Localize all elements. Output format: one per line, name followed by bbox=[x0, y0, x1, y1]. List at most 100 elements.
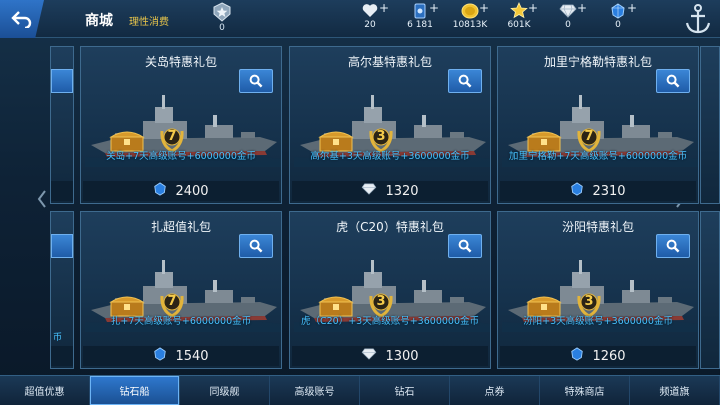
blue-crystal-icon bbox=[571, 347, 584, 361]
partial-card-right[interactable] bbox=[700, 211, 720, 369]
price-bar bbox=[51, 181, 73, 201]
gold-coin-icon bbox=[461, 3, 479, 18]
search-icon bbox=[458, 239, 472, 253]
days-badge: 7 bbox=[159, 123, 185, 153]
resource-value: 601K bbox=[507, 20, 531, 30]
tab-5[interactable]: 点券 bbox=[450, 376, 540, 405]
tab-2[interactable]: 同级舰 bbox=[180, 376, 270, 405]
blue-crystal-icon bbox=[611, 2, 625, 19]
search-icon bbox=[249, 239, 263, 253]
card-title: 高尔基特惠礼包 bbox=[347, 55, 432, 69]
blue-crystal-icon bbox=[154, 182, 167, 196]
price-bar[interactable]: 2400 bbox=[83, 181, 279, 201]
card-description: 关岛+7天高级账号+6000000金币 bbox=[106, 151, 256, 162]
plus-icon: + bbox=[478, 1, 489, 15]
tab-0[interactable]: 超值优惠 bbox=[0, 376, 90, 405]
badge-days-number: 7 bbox=[167, 294, 177, 309]
price-bar[interactable]: 1540 bbox=[83, 346, 279, 366]
back-button[interactable] bbox=[0, 0, 44, 38]
diamond-icon bbox=[362, 183, 377, 195]
treasure-chest-icon bbox=[318, 131, 354, 152]
resource-diamonds[interactable]: + 0 bbox=[543, 2, 593, 30]
tab-7[interactable]: 频道旗 bbox=[630, 376, 720, 405]
resource-value: 0 bbox=[615, 20, 621, 30]
magnify-button[interactable] bbox=[51, 234, 73, 258]
heart-icon bbox=[362, 4, 378, 17]
gift-pack-card[interactable]: 关岛特惠礼包 7 关岛+7天高级账号+6000000金币 2400 bbox=[80, 46, 282, 204]
plus-icon: + bbox=[428, 1, 439, 15]
price-bar bbox=[51, 346, 73, 366]
badge-days-number: 7 bbox=[584, 129, 594, 144]
badge-days-number: 3 bbox=[376, 294, 386, 309]
scroll-left-arrow[interactable] bbox=[34, 186, 50, 212]
anchor-menu-button[interactable] bbox=[680, 0, 716, 38]
card-title: 扎超值礼包 bbox=[150, 220, 211, 234]
rank-value: 0 bbox=[219, 23, 225, 33]
price-bar[interactable]: 1300 bbox=[292, 346, 488, 366]
days-badge: 3 bbox=[576, 288, 602, 318]
resource-hearts[interactable]: + 20 bbox=[345, 2, 395, 30]
partial-desc: 币 bbox=[53, 333, 63, 343]
price-value: 2310 bbox=[592, 183, 626, 199]
tab-4[interactable]: 钻石 bbox=[360, 376, 450, 405]
gift-pack-card[interactable]: 加里宁格勒特惠礼包 7 加里宁格勒+7天高级账号+6000000金币 2310 bbox=[497, 46, 699, 204]
card-icon bbox=[414, 3, 426, 18]
badge-days-number: 7 bbox=[167, 129, 177, 144]
price-bar[interactable]: 2310 bbox=[500, 181, 696, 201]
resource-gold[interactable]: + 10813K bbox=[445, 2, 495, 30]
tab-3[interactable]: 高级账号 bbox=[270, 376, 360, 405]
tab-1[interactable]: 钻石船 bbox=[90, 376, 180, 405]
page-title: 商城 bbox=[85, 13, 113, 29]
card-description: 高尔基+3天高级账号+3600000金币 bbox=[310, 151, 470, 162]
card-title: 关岛特惠礼包 bbox=[144, 55, 217, 69]
magnify-button[interactable] bbox=[51, 69, 73, 93]
card-description: 汾阳+3天高级账号+3600000金币 bbox=[523, 316, 673, 327]
resource-value: 10813K bbox=[452, 20, 488, 30]
price-value: 1300 bbox=[385, 348, 419, 364]
resource-crystals[interactable]: + 0 bbox=[593, 2, 643, 30]
tab-6[interactable]: 特殊商店 bbox=[540, 376, 630, 405]
partial-card-left[interactable] bbox=[50, 46, 74, 204]
rank-indicator: 0 bbox=[205, 2, 239, 33]
gift-pack-card[interactable]: 高尔基特惠礼包 3 高尔基+3天高级账号+3600000金币 1320 bbox=[289, 46, 491, 204]
top-bar: 商城 理性消费 0 + 20 + 6 181 + 10813K + 601K +… bbox=[0, 0, 720, 38]
plus-icon: + bbox=[626, 1, 637, 15]
badge-days-number: 3 bbox=[584, 294, 594, 309]
resource-cards[interactable]: + 6 181 bbox=[395, 2, 445, 30]
treasure-chest-icon bbox=[526, 131, 562, 152]
price-bar[interactable]: 1320 bbox=[292, 181, 488, 201]
gift-pack-card[interactable]: 汾阳特惠礼包 3 汾阳+3天高级账号+3600000金币 1260 bbox=[497, 211, 699, 369]
rank-badge-icon bbox=[213, 2, 231, 22]
star-icon bbox=[510, 2, 528, 19]
search-icon bbox=[458, 74, 472, 88]
treasure-chest-icon bbox=[318, 296, 354, 317]
price-value: 2400 bbox=[175, 183, 209, 199]
diamond-icon bbox=[362, 348, 377, 360]
diamond-icon bbox=[559, 4, 577, 18]
plus-icon: + bbox=[378, 1, 389, 15]
days-badge: 3 bbox=[368, 123, 394, 153]
plus-icon: + bbox=[576, 1, 587, 15]
card-description: 加里宁格勒+7天高级账号+6000000金币 bbox=[508, 151, 688, 162]
blue-crystal-icon bbox=[154, 347, 167, 361]
resource-stars[interactable]: + 601K bbox=[494, 2, 544, 30]
gift-pack-card[interactable]: 扎超值礼包 7 扎+7天高级账号+6000000金币 1540 bbox=[80, 211, 282, 369]
treasure-chest-icon bbox=[109, 131, 145, 152]
resource-value: 6 181 bbox=[407, 20, 433, 30]
price-bar[interactable]: 1260 bbox=[500, 346, 696, 366]
search-icon bbox=[666, 74, 680, 88]
gift-pack-card[interactable]: 虎（C20）特惠礼包 3 虎（C20）+3天高级账号+3600000金币 130… bbox=[289, 211, 491, 369]
plus-icon: + bbox=[527, 1, 538, 15]
partial-card-left[interactable]: 币 bbox=[50, 211, 74, 369]
card-title: 虎（C20）特惠礼包 bbox=[336, 220, 444, 234]
days-badge: 3 bbox=[368, 288, 394, 318]
card-title: 加里宁格勒特惠礼包 bbox=[543, 55, 652, 69]
treasure-chest-icon bbox=[526, 296, 562, 317]
search-icon bbox=[666, 239, 680, 253]
price-value: 1320 bbox=[385, 183, 419, 199]
blue-crystal-icon bbox=[571, 182, 584, 196]
partial-card-right[interactable] bbox=[700, 46, 720, 204]
category-tabs: 超值优惠 钻石船 同级舰 高级账号 钻石 点券 特殊商店 频道旗 bbox=[0, 375, 720, 405]
badge-days-number: 3 bbox=[376, 129, 386, 144]
resource-value: 0 bbox=[565, 20, 571, 30]
